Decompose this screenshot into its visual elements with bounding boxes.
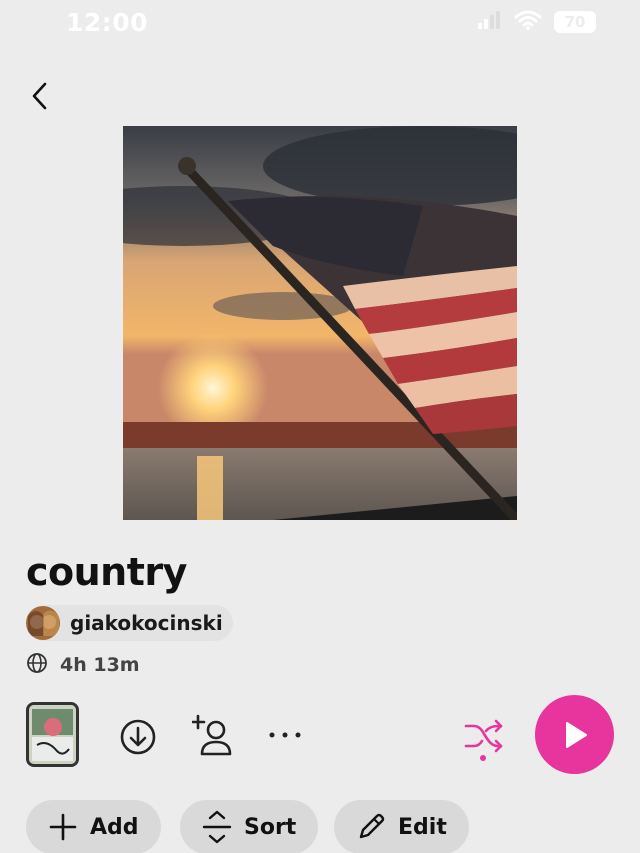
pencil-icon: [359, 813, 385, 839]
globe-icon: [26, 652, 48, 678]
more-options-button[interactable]: [264, 722, 306, 748]
sort-icon: [202, 810, 232, 844]
shuffle-button[interactable]: [459, 712, 507, 768]
back-button[interactable]: [22, 78, 58, 114]
more-horizontal-icon: [269, 732, 301, 738]
play-icon: [565, 721, 587, 748]
add-collaborator-button[interactable]: [190, 712, 238, 758]
playlist-duration: 4h 13m: [60, 654, 140, 676]
download-button[interactable]: [116, 715, 160, 759]
plus-icon: [49, 813, 77, 841]
chevron-left-icon: [32, 82, 47, 110]
wifi-icon: [514, 10, 542, 34]
battery-indicator: 70: [554, 11, 596, 33]
owner-chip[interactable]: giakokocinski: [26, 605, 233, 641]
owner-avatar: [26, 606, 60, 640]
sort-button-label: Sort: [244, 814, 297, 840]
signal-icon: [478, 11, 502, 33]
collage-thumbnail-button[interactable]: [26, 702, 79, 767]
edit-button-label: Edit: [398, 814, 447, 840]
playlist-title: country: [26, 550, 187, 594]
download-icon: [120, 719, 156, 755]
edit-button[interactable]: Edit: [334, 800, 469, 853]
play-button[interactable]: [535, 695, 614, 774]
owner-name: giakokocinski: [70, 611, 223, 635]
playlist-screen: 12:00 70 country giakokocinski 4h 13m Ad…: [0, 0, 640, 853]
status-time: 12:00: [66, 8, 149, 37]
duration-row: 4h 13m: [26, 652, 140, 678]
shuffle-active-dot-icon: [480, 755, 486, 761]
status-icons: 70: [478, 10, 596, 34]
add-button[interactable]: Add: [26, 800, 161, 853]
shuffle-icon: [464, 719, 503, 753]
add-person-icon: [192, 714, 232, 756]
status-bar: 12:00 70: [0, 0, 640, 48]
sort-button[interactable]: Sort: [180, 800, 319, 853]
add-button-label: Add: [90, 814, 139, 840]
playlist-cover-image: [123, 126, 517, 520]
